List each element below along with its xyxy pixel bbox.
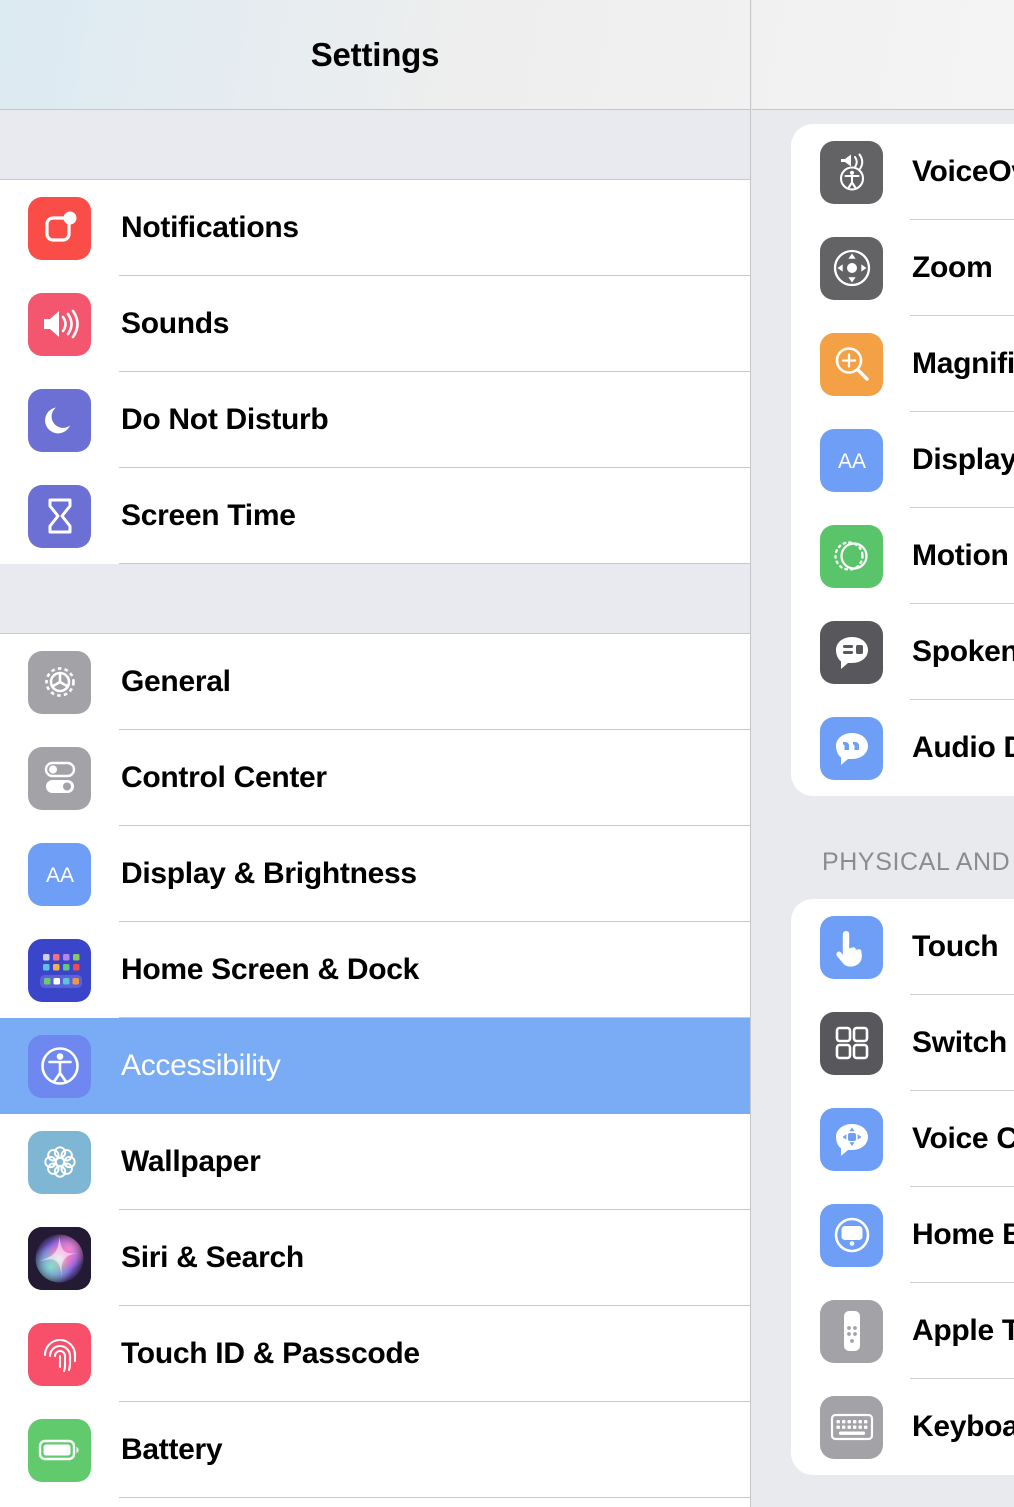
detail-item-label: Magnifier	[912, 347, 1014, 380]
control-center-icon	[28, 746, 91, 810]
sidebar-group-2: General Control Center AA Display & Brig…	[0, 634, 750, 1507]
sidebar-item-control-center[interactable]: Control Center	[0, 730, 750, 826]
sidebar-item-sounds[interactable]: Sounds	[0, 276, 750, 372]
detail-item-label: Audio Descriptions	[912, 731, 1014, 764]
detail-item-label: Touch	[912, 930, 999, 963]
detail-item-spoken-content[interactable]: Spoken Content	[791, 604, 1014, 700]
sidebar-item-touch-id-passcode[interactable]: Touch ID & Passcode	[0, 1306, 750, 1402]
sidebar-item-privacy[interactable]: Privacy	[0, 1498, 750, 1507]
detail-item-keyboards[interactable]: Keyboards	[791, 1379, 1014, 1475]
do-not-disturb-icon	[28, 388, 91, 452]
sidebar-item-display-brightness[interactable]: AA Display & Brightness	[0, 826, 750, 922]
group-separator-top	[0, 110, 750, 180]
sidebar-item-label: Display & Brightness	[121, 857, 417, 890]
switch-control-icon	[820, 1011, 883, 1075]
sidebar-item-label: Screen Time	[121, 499, 296, 532]
sidebar-item-notifications[interactable]: Notifications	[0, 180, 750, 276]
keyboards-icon	[820, 1395, 883, 1459]
sidebar-item-battery[interactable]: Battery	[0, 1402, 750, 1498]
sidebar-item-siri-search[interactable]: Siri & Search	[0, 1210, 750, 1306]
detail-navigation-bar	[752, 0, 1014, 110]
group-separator-middle	[0, 564, 750, 634]
sidebar-item-label: Siri & Search	[121, 1241, 304, 1274]
voice-control-icon	[820, 1107, 883, 1171]
sidebar-item-label: Battery	[121, 1433, 223, 1466]
detail-item-label: VoiceOver	[912, 155, 1014, 188]
home-screen-dock-icon	[28, 938, 91, 1002]
detail-item-touch[interactable]: Touch	[791, 899, 1014, 995]
home-button-icon	[820, 1203, 883, 1267]
sidebar-item-do-not-disturb[interactable]: Do Not Disturb	[0, 372, 750, 468]
spoken-content-icon	[820, 620, 883, 684]
zoom-icon	[820, 236, 883, 300]
detail-item-voiceover[interactable]: VoiceOver	[791, 124, 1014, 220]
sounds-icon	[28, 292, 91, 356]
screen-time-icon	[28, 484, 91, 548]
display-text-size-icon: AA	[820, 428, 883, 492]
settings-screen: Settings Notifications Sounds Do Not Dis…	[0, 0, 1014, 1507]
sidebar-item-label: Do Not Disturb	[121, 403, 329, 436]
siri-search-icon	[28, 1226, 91, 1290]
sidebar-item-label: Notifications	[121, 211, 299, 244]
notifications-icon	[28, 196, 91, 260]
magnifier-icon	[820, 332, 883, 396]
audio-descriptions-icon	[820, 716, 883, 780]
detail-item-label: Display & Text Size	[912, 443, 1014, 476]
detail-item-label: Apple TV Remote	[912, 1314, 1014, 1347]
accessibility-icon	[28, 1034, 91, 1098]
motion-icon	[820, 524, 883, 588]
detail-item-label: Spoken Content	[912, 635, 1014, 668]
page-title: Settings	[310, 35, 440, 73]
touch-id-passcode-icon	[28, 1322, 91, 1386]
sidebar-item-general[interactable]: General	[0, 634, 750, 730]
detail-item-display-text-size[interactable]: AA Display & Text Size	[791, 412, 1014, 508]
touch-icon	[820, 915, 883, 979]
detail-card-physical-motor: Touch Switch Control	[791, 899, 1014, 1475]
sidebar-item-label: Sounds	[121, 307, 230, 340]
detail-item-label: Home Button	[912, 1218, 1014, 1251]
sidebar-item-label: Touch ID & Passcode	[121, 1337, 420, 1370]
detail-item-zoom[interactable]: Zoom	[791, 220, 1014, 316]
sidebar-navigation-bar: Settings	[0, 0, 750, 110]
sidebar-item-label: Accessibility	[121, 1049, 281, 1082]
voiceover-icon	[820, 140, 883, 204]
detail-item-label: Motion	[912, 539, 1009, 572]
sidebar-item-accessibility[interactable]: Accessibility	[0, 1018, 750, 1114]
detail-section-header-physical-and-motor: PHYSICAL AND MOTOR	[822, 848, 1014, 876]
sidebar-item-label: Wallpaper	[121, 1145, 261, 1178]
detail-item-home-button[interactable]: Home Button	[791, 1187, 1014, 1283]
sidebar-group-1: Notifications Sounds Do Not Disturb Scre…	[0, 180, 750, 564]
display-brightness-icon: AA	[28, 842, 91, 906]
general-gear-icon	[28, 650, 91, 714]
detail-item-label: Keyboards	[912, 1410, 1014, 1443]
detail-item-voice-control[interactable]: Voice Control	[791, 1091, 1014, 1187]
sidebar-item-label: Home Screen & Dock	[121, 953, 420, 986]
apple-tv-remote-icon	[820, 1299, 883, 1363]
sidebar-item-label: Control Center	[121, 761, 327, 794]
detail-top-spacer	[752, 110, 1014, 124]
detail-item-apple-tv-remote[interactable]: Apple TV Remote	[791, 1283, 1014, 1379]
detail-item-label: Switch Control	[912, 1026, 1014, 1059]
detail-item-label: Voice Control	[912, 1122, 1014, 1155]
sidebar-item-home-screen-dock[interactable]: Home Screen & Dock	[0, 922, 750, 1018]
detail-item-motion[interactable]: Motion	[791, 508, 1014, 604]
sidebar-item-wallpaper[interactable]: Wallpaper	[0, 1114, 750, 1210]
detail-item-magnifier[interactable]: Magnifier	[791, 316, 1014, 412]
sidebar-item-label: General	[121, 665, 231, 698]
detail-item-audio-descriptions[interactable]: Audio Descriptions	[791, 700, 1014, 796]
settings-sidebar: Settings Notifications Sounds Do Not Dis…	[0, 0, 751, 1507]
row-separator	[119, 563, 750, 564]
svg-text:AA: AA	[45, 864, 73, 887]
wallpaper-icon	[28, 1130, 91, 1194]
accessibility-detail-pane: VoiceOver Zoom	[752, 0, 1014, 1507]
svg-text:AA: AA	[837, 450, 865, 473]
detail-card-vision: VoiceOver Zoom	[791, 124, 1014, 796]
detail-item-label: Zoom	[912, 251, 993, 284]
detail-item-switch-control[interactable]: Switch Control	[791, 995, 1014, 1091]
battery-icon	[28, 1418, 91, 1482]
sidebar-item-screen-time[interactable]: Screen Time	[0, 468, 750, 564]
